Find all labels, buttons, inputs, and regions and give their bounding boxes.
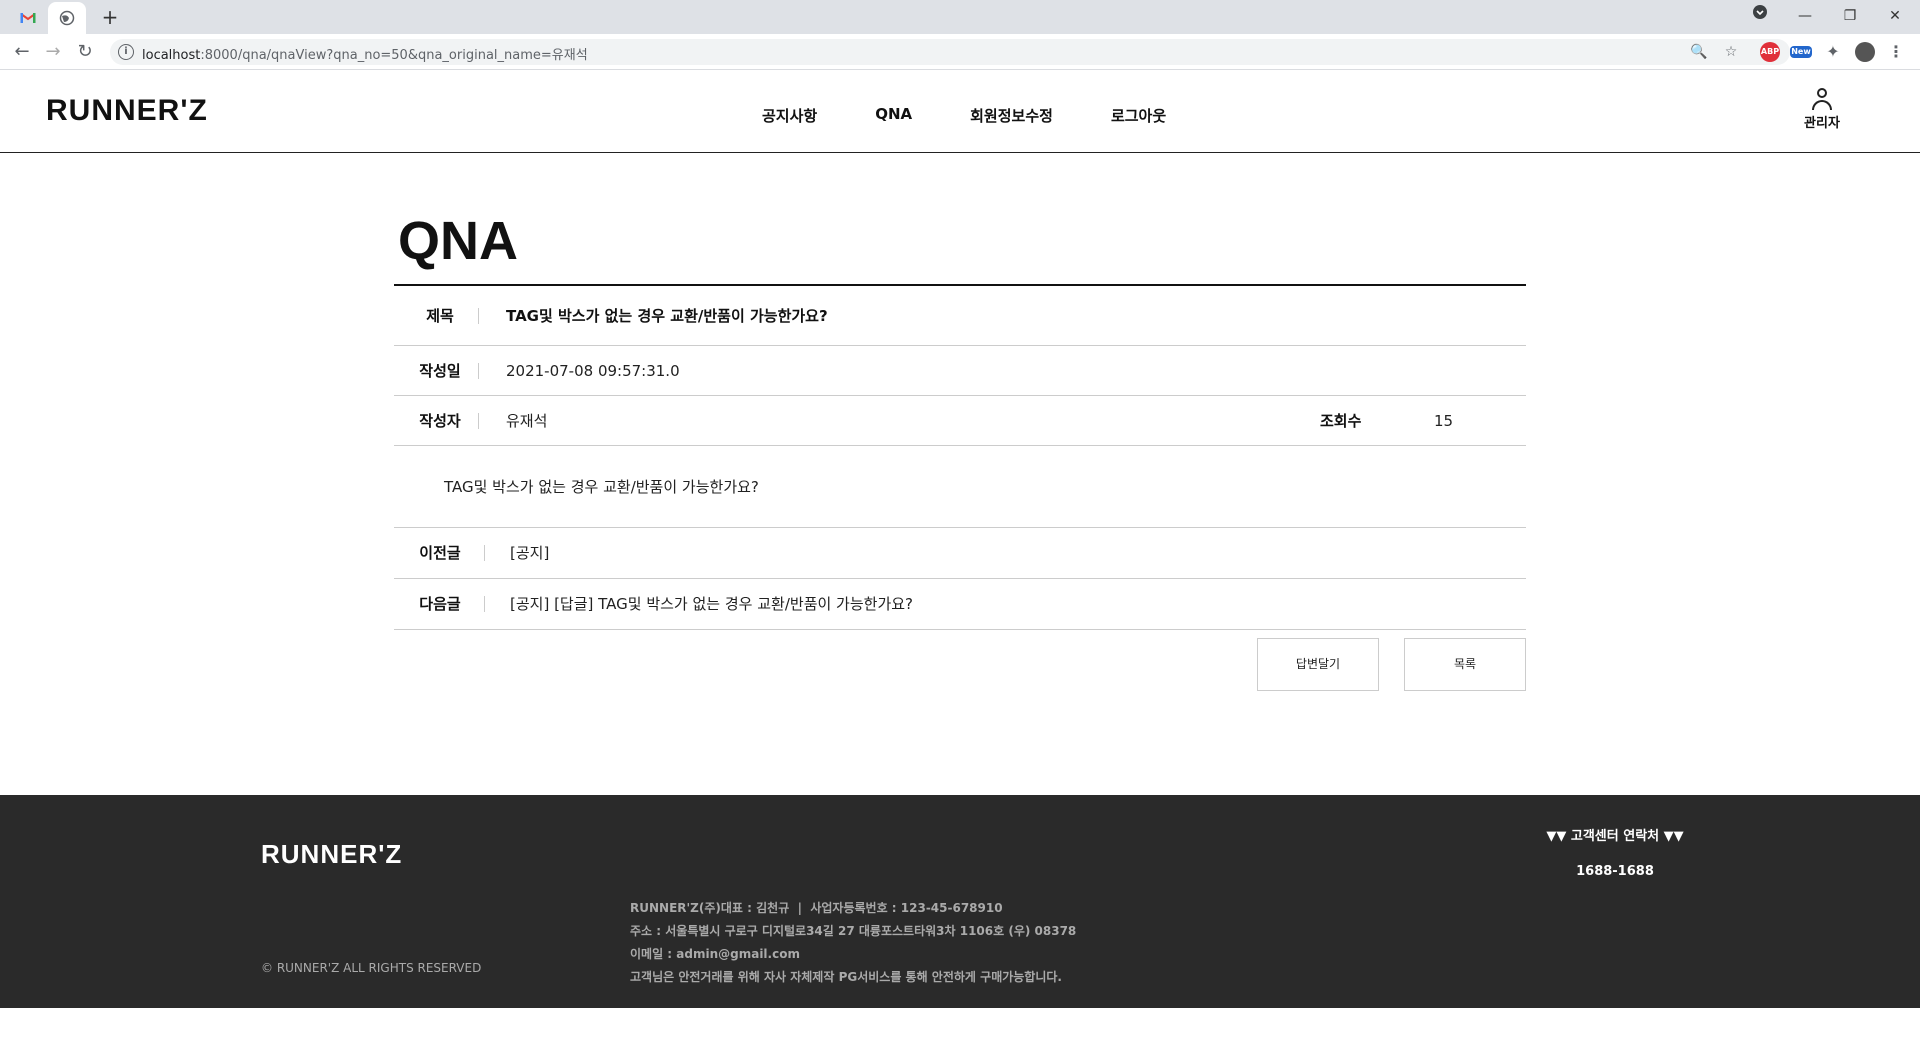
post-body: TAG및 박스가 없는 경우 교환/반품이 가능한가요? [444,478,759,496]
zoom-icon[interactable]: 🔍 [1690,43,1708,61]
footer-company-info: RUNNER'Z(주)대표 : 김천규 | 사업자등록번호 : 123-45-6… [630,897,1076,989]
footer-info-line: 고객님은 안전거래를 위해 자사 자체제작 PG서비스를 통해 안전하게 구매가… [630,970,1062,984]
minimize-icon[interactable]: — [1791,4,1819,28]
divider [484,545,485,561]
close-icon[interactable]: ✕ [1881,4,1909,28]
tab-gmail[interactable] [10,2,46,34]
back-icon[interactable]: ← [10,40,34,64]
next-label: 다음글 [419,595,461,613]
footer-copyright: © RUNNER'Z ALL RIGHTS RESERVED [261,961,482,975]
author-label: 작성자 [419,412,461,430]
restore-icon[interactable]: ❐ [1836,4,1864,28]
main-nav: 공지사항 QNA 회원정보수정 로그아웃 [762,105,1224,126]
page-bottom-spacer [0,1008,1920,1040]
reply-button[interactable]: 답변달기 [1257,638,1379,691]
extensions-puzzle-icon[interactable]: ✦ [1823,42,1843,62]
forward-icon[interactable]: → [41,40,65,64]
footer-logo: RUNNER'Z [261,839,403,869]
gmail-icon [20,13,36,23]
browser-tab-bar: + — ❐ ✕ [0,0,1920,34]
nav-qna[interactable]: QNA [875,105,912,126]
post-title: TAG및 박스가 없는 경우 교환/반품이 가능한가요? [506,307,828,325]
author-row: 작성자 유재석 조회수 15 [394,396,1526,446]
next-post-row[interactable]: 다음글 [공지] [답글] TAG및 박스가 없는 경우 교환/반품이 가능한가… [394,579,1526,630]
nav-logout[interactable]: 로그아웃 [1111,105,1166,126]
customer-center-phone: 1688-1688 [1576,864,1654,879]
url-host: localhost [142,48,201,63]
divider [478,363,479,379]
customer-center-title: ▼▼ 고객센터 연락처 ▼▼ [1546,829,1684,844]
site-logo[interactable]: RUNNER'Z [46,94,208,128]
date-label: 작성일 [419,362,461,380]
title-label: 제목 [426,307,454,325]
tab-search-icon[interactable] [1746,4,1774,28]
post-date: 2021-07-08 09:57:31.0 [506,362,680,380]
bookmark-star-icon[interactable]: ☆ [1722,43,1740,61]
footer-info-line: 이메일 : admin@gmail.com [630,947,800,961]
divider [484,596,485,612]
admin-user-link[interactable]: 관리자 [1800,88,1844,131]
footer-info-line: RUNNER'Z(주)대표 : 김천규 | 사업자등록번호 : 123-45-6… [630,901,1003,915]
nav-member-edit[interactable]: 회원정보수정 [970,105,1053,126]
nav-notice[interactable]: 공지사항 [762,105,817,126]
user-icon [1811,88,1833,110]
divider [478,308,479,324]
site-info-icon[interactable]: i [118,44,134,60]
new-tab-button[interactable]: + [98,5,122,29]
address-bar[interactable]: i localhost:8000/qna/qnaView?qna_no=50&q… [110,39,1790,65]
divider [478,413,479,429]
url-path: :8000/qna/qnaView?qna_no=50&qna_original… [200,48,588,63]
url-text[interactable]: localhost:8000/qna/qnaView?qna_no=50&qna… [142,44,588,63]
post-author: 유재석 [506,412,548,430]
prev-post-row[interactable]: 이전글 [공지] [394,528,1526,579]
title-row: 제목 TAG및 박스가 없는 경우 교환/반품이 가능한가요? [394,286,1526,346]
adblock-extension-icon[interactable]: ABP [1760,42,1780,62]
user-label: 관리자 [1804,116,1840,131]
prev-post-link[interactable]: [공지] [510,528,549,578]
date-row: 작성일 2021-07-08 09:57:31.0 [394,346,1526,396]
page-title: QNA [398,211,518,271]
menu-kebab-icon[interactable]: ⋮ [1886,42,1906,62]
post-views: 15 [1434,412,1454,430]
site-header: RUNNER'Z 공지사항 QNA 회원정보수정 로그아웃 관리자 [0,70,1920,153]
profile-avatar[interactable] [1855,42,1875,62]
prev-label: 이전글 [419,544,461,562]
tab-localhost[interactable] [48,2,86,34]
list-button[interactable]: 목록 [1404,638,1526,691]
next-post-link[interactable]: [공지] [답글] TAG및 박스가 없는 경우 교환/반품이 가능한가요? [510,579,913,629]
globe-icon [59,10,75,26]
views-label: 조회수 [1320,412,1362,430]
footer-info-line: 주소 : 서울특별시 구로구 디지털로34길 27 대륭포스트타워3차 1106… [630,924,1077,938]
reload-icon[interactable]: ↻ [73,40,97,64]
qna-detail-table: 제목 TAG및 박스가 없는 경우 교환/반품이 가능한가요? 작성일 2021… [394,284,1526,630]
site-footer: RUNNER'Z © RUNNER'Z ALL RIGHTS RESERVED … [0,795,1920,1008]
post-body-row: TAG및 박스가 없는 경우 교환/반품이 가능한가요? [394,446,1526,528]
new-extension-badge[interactable]: New [1790,46,1812,58]
browser-toolbar: ← → ↻ i localhost:8000/qna/qnaView?qna_n… [0,34,1920,70]
